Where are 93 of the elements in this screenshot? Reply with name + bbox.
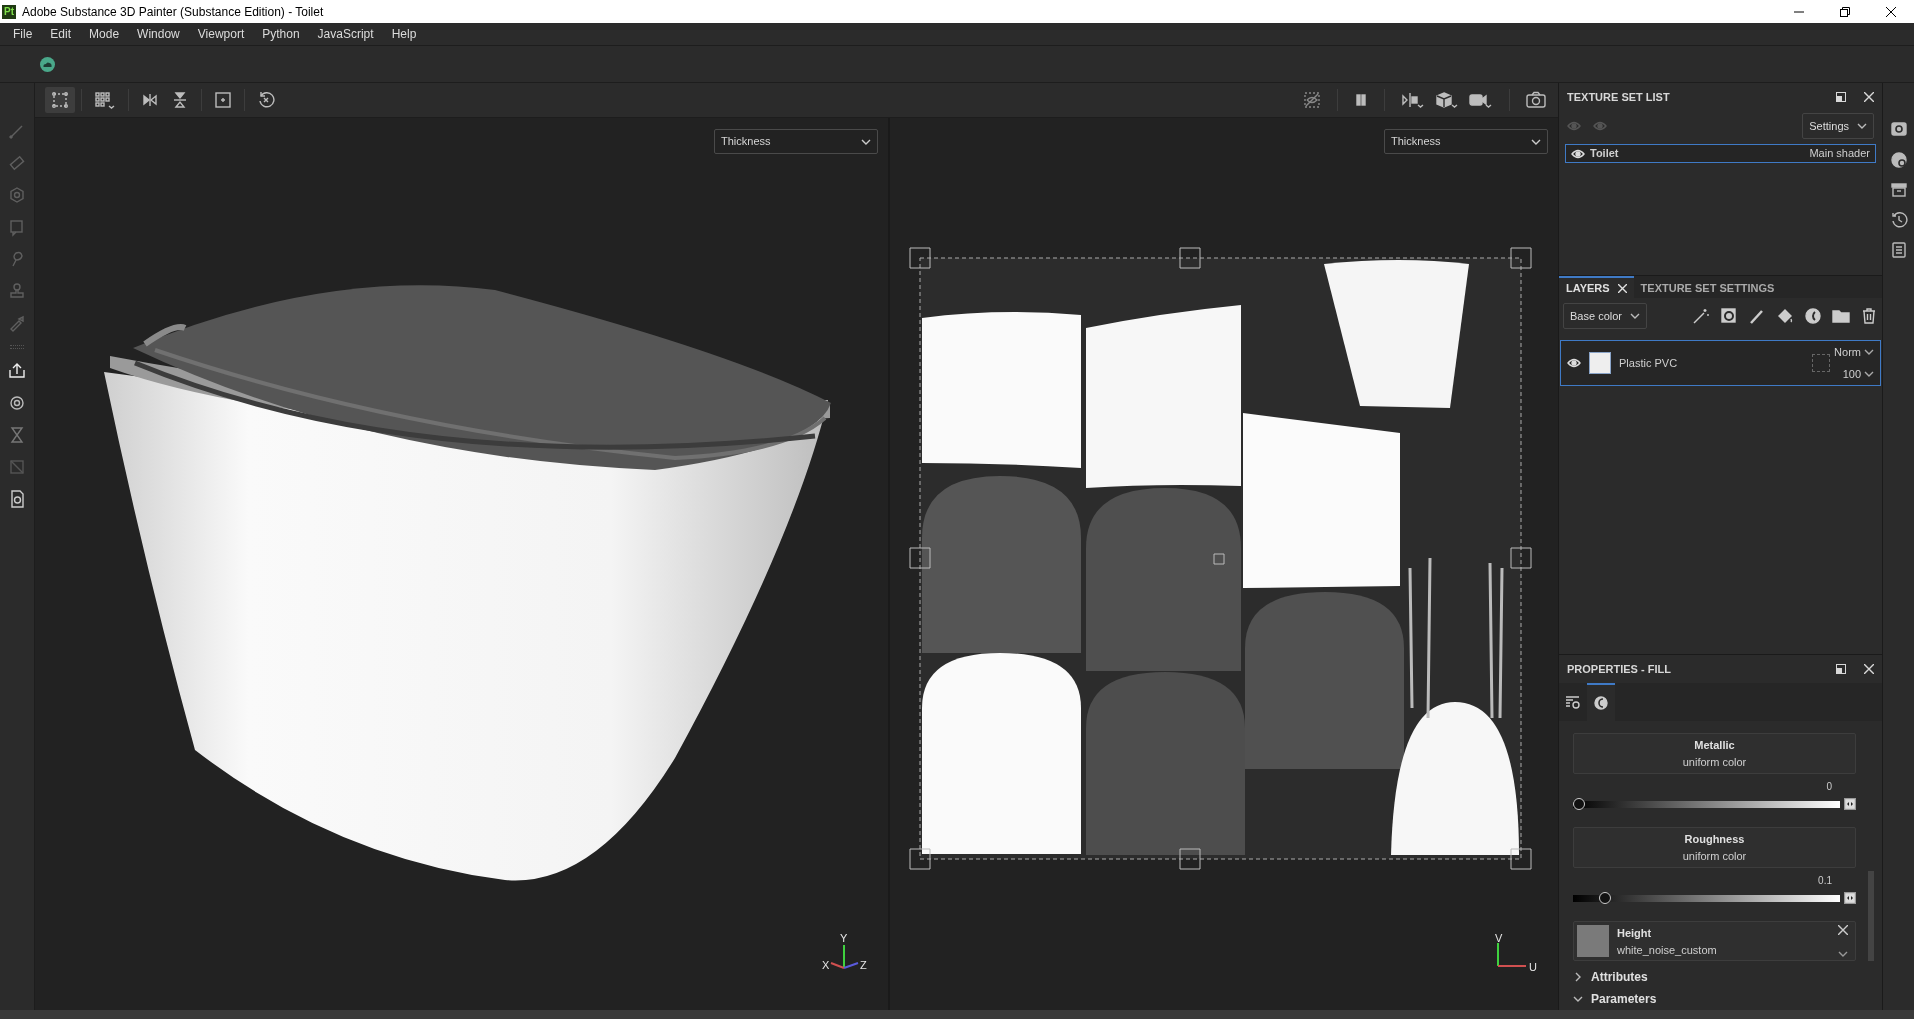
settings-dropdown[interactable]: Settings (1802, 113, 1874, 139)
magic-wand-icon[interactable] (1692, 307, 1710, 325)
select-frame-button[interactable] (45, 87, 75, 113)
resource-card[interactable]: Height white_noise_custom (1573, 921, 1856, 961)
opacity-dropdown[interactable]: 100 (1842, 365, 1874, 382)
mask-slot[interactable] (1812, 354, 1830, 372)
app-logo: Pt (2, 4, 16, 19)
resource-name: white_noise_custom (1617, 942, 1718, 958)
close-icon[interactable] (1886, 6, 1896, 17)
archive-icon[interactable] (1889, 181, 1908, 199)
frame-select-icon (51, 91, 69, 109)
slider-value: 0 (1826, 781, 1832, 792)
link-icon[interactable] (1844, 798, 1856, 810)
caret-icon (1857, 123, 1867, 129)
cloud-icon[interactable] (40, 56, 55, 72)
reset-icon[interactable] (257, 91, 275, 109)
blend-mode-dropdown[interactable]: Norm (1834, 344, 1874, 361)
chevron-icon[interactable] (1573, 994, 1583, 1004)
texture-set-name: Toilet (1590, 146, 1619, 162)
menu-item[interactable]: File (4, 25, 42, 43)
history-icon[interactable] (1889, 211, 1908, 229)
menu-item[interactable]: Python (253, 25, 309, 43)
channel-card[interactable]: Roughness uniform color (1573, 827, 1856, 868)
notes-icon[interactable] (1889, 241, 1908, 259)
pause-icon[interactable] (1354, 93, 1368, 107)
float-icon[interactable] (1836, 92, 1846, 102)
menu-item[interactable]: JavaScript (308, 25, 383, 43)
channel-card[interactable]: Metallic uniform color (1573, 733, 1856, 774)
settings-icon[interactable] (1889, 121, 1908, 139)
restore-icon[interactable] (1840, 6, 1850, 17)
section-header[interactable]: Attributes (1591, 968, 1648, 987)
layer-row[interactable]: Plastic PVC Norm 100 (1560, 340, 1881, 386)
channel-source: uniform color (1682, 755, 1747, 768)
mask-icon[interactable] (1720, 307, 1738, 325)
channel-dropdown[interactable]: Thickness (714, 129, 878, 154)
slider-track[interactable] (1573, 891, 1840, 905)
link-icon[interactable] (1844, 892, 1856, 904)
caret-icon (1838, 951, 1848, 957)
axis-label: Y (840, 932, 848, 944)
channel-dropdown[interactable]: Thickness (1384, 129, 1548, 154)
menu-item[interactable]: Edit (41, 25, 81, 43)
channel-source: uniform color (1682, 849, 1747, 862)
globe-icon[interactable] (1889, 151, 1908, 169)
panel-title: PROPERTIES - FILL (1567, 661, 1671, 677)
panel-title: TEXTURE SET LIST (1567, 89, 1670, 105)
slider-value: 0.1 (1818, 875, 1832, 886)
caret-icon (1864, 349, 1874, 356)
camera-icon[interactable] (1526, 91, 1546, 109)
sphere-icon (1593, 695, 1609, 711)
caret-icon (861, 138, 871, 145)
video-camera-icon[interactable] (1469, 91, 1493, 109)
channel-name: Roughness (1684, 833, 1745, 845)
section-header[interactable]: Parameters (1591, 990, 1657, 1008)
hidden-icon[interactable] (1303, 91, 1321, 109)
channel-dropdown[interactable]: Base color (1563, 303, 1647, 329)
menu-item[interactable]: Mode (80, 25, 129, 43)
axis-label: U (1529, 961, 1537, 973)
shader-name: Main shader (1809, 146, 1870, 162)
window-title: Adobe Substance 3D Painter (Substance Edition) - Toilet (22, 3, 324, 21)
caret-icon (1864, 370, 1874, 377)
slider-track[interactable] (1573, 797, 1840, 811)
axis-label: Z (860, 959, 867, 971)
frame-icon[interactable] (214, 91, 232, 109)
sphere-icon[interactable] (1804, 307, 1822, 325)
slider-thumb[interactable] (1598, 892, 1611, 904)
axis-label: X (822, 959, 830, 971)
fill-bucket-icon[interactable] (1776, 307, 1794, 325)
upload-icon[interactable] (7, 361, 27, 381)
grid-icon[interactable] (94, 91, 116, 109)
split-view-icon[interactable] (1401, 91, 1425, 109)
menu-item[interactable]: Help (382, 25, 426, 43)
layer-thumbnail (1589, 352, 1611, 374)
float-icon[interactable] (1836, 664, 1846, 674)
menu-item[interactable]: Viewport (188, 25, 254, 43)
mirror-icon[interactable] (141, 91, 159, 109)
channel-name: Metallic (1694, 739, 1735, 751)
menu-item[interactable]: Window (128, 25, 189, 43)
texture-set-item[interactable]: Toilet Main shader (1565, 144, 1876, 163)
panel-tab[interactable]: LAYERS (1559, 276, 1634, 298)
caret-icon (1531, 138, 1541, 145)
trash-icon[interactable] (1860, 307, 1878, 325)
caret-icon (1630, 313, 1640, 319)
layer-name: Plastic PVC (1619, 355, 1678, 371)
flip-icon[interactable] (171, 91, 189, 109)
properties-tab[interactable] (1587, 683, 1615, 721)
channel-name: Height (1617, 926, 1653, 941)
resource-thumbnail (1577, 925, 1609, 957)
cube-icon[interactable] (1435, 91, 1459, 109)
settings-list-icon (1565, 695, 1581, 711)
folder-icon[interactable] (1832, 307, 1850, 325)
axis-label: V (1495, 932, 1503, 944)
slider-thumb[interactable] (1573, 798, 1585, 810)
chevron-icon[interactable] (1573, 972, 1583, 983)
